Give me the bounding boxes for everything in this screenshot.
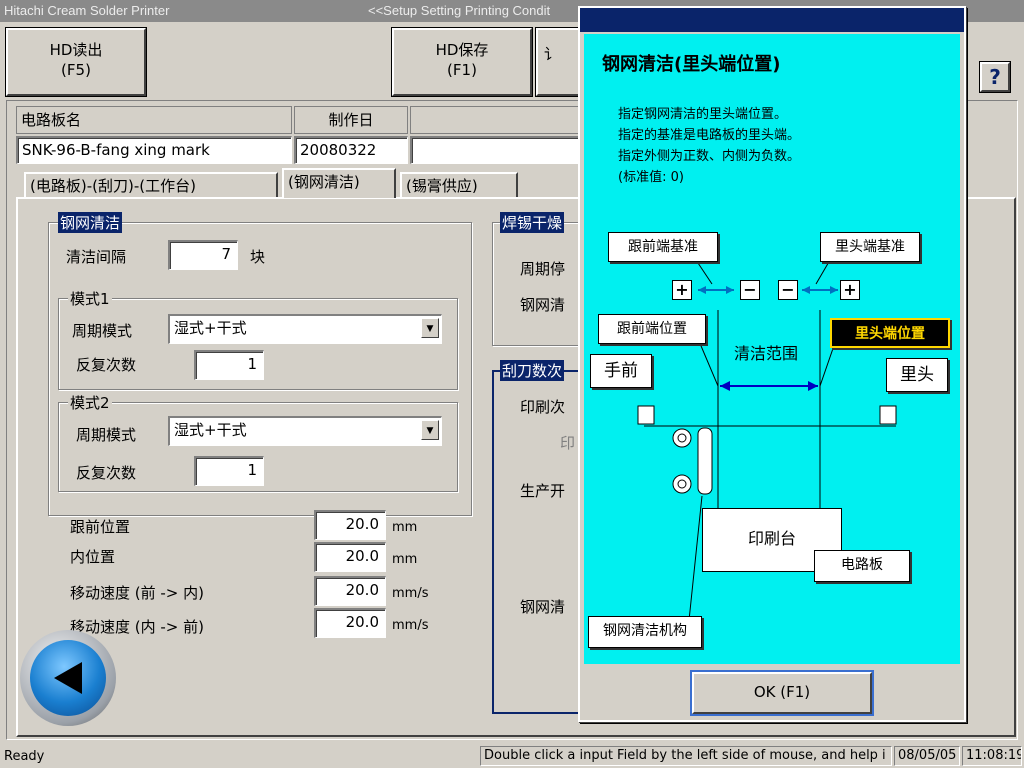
- roll-top-core: [677, 433, 687, 443]
- mode2-cycle-label: 周期模式: [76, 426, 137, 444]
- cycle-stop-label: 周期停: [520, 260, 566, 278]
- mode2-cycle-select[interactable]: 湿式+干式 ▼: [168, 416, 442, 446]
- diagram-panel: 钢网清洁(里头端位置) 指定钢网清洁的里头端位置。 指定的基准是电路板的里头端。…: [584, 34, 960, 664]
- partial-button-label: 讠: [544, 45, 560, 63]
- squeegee-count-group-title: 刮刀数次: [500, 360, 565, 381]
- hd-save-label: HD保存: [435, 41, 489, 59]
- board-name-label: 电路板名: [16, 106, 292, 134]
- mode2-repeat-label: 反复次数: [76, 464, 137, 482]
- help-dialog: 钢网清洁(里头端位置) 指定钢网清洁的里头端位置。 指定的基准是电路板的里头端。…: [578, 6, 966, 722]
- mode2-title: 模式2: [68, 392, 112, 413]
- mode2-cycle-value: 湿式+干式: [174, 421, 247, 439]
- production-start-label: 生产开: [520, 482, 566, 500]
- mode1-title: 模式1: [68, 288, 112, 309]
- inner-position-label: 内位置: [70, 548, 116, 566]
- clean-interval-unit: 块: [250, 248, 266, 266]
- back-adjust-arrowhead-right: [830, 286, 838, 294]
- speed-inner-to-front-unit: mm/s: [392, 618, 429, 633]
- back-minus-icon: −: [778, 280, 798, 300]
- mode1-cycle-value: 湿式+干式: [174, 319, 247, 337]
- front-ref-callout-line: [695, 259, 713, 285]
- back-plus-icon: +: [840, 280, 860, 300]
- back-button[interactable]: [20, 630, 116, 726]
- screen-title: <<Setup Setting Printing Condit: [368, 3, 551, 18]
- tab-stencil-clean[interactable]: (钢网清洁): [282, 168, 396, 198]
- speed-front-to-inner-unit: mm/s: [392, 586, 429, 601]
- hd-read-button[interactable]: HD读出 (F5): [5, 27, 147, 97]
- front-adjust-arrowhead-left: [698, 286, 706, 294]
- front-minus-icon: −: [740, 280, 760, 300]
- board-label: 电路板: [814, 550, 910, 582]
- back-ref-label: 里头端基准: [820, 232, 920, 262]
- chevron-down-icon[interactable]: ▼: [421, 318, 439, 338]
- clean-range-arrowhead-right: [808, 381, 818, 391]
- hd-save-key: (F1): [447, 61, 477, 79]
- back-end-block: [879, 405, 897, 425]
- back-pos-label: 里头端位置: [830, 318, 950, 348]
- mode1-repeat-label: 反复次数: [76, 356, 137, 374]
- status-date: 08/05/05: [894, 746, 960, 766]
- inner-position-field[interactable]: 20.0: [314, 542, 386, 572]
- status-ready: Ready: [4, 749, 45, 764]
- mode1-cycle-label: 周期模式: [72, 322, 133, 340]
- mechanism-label: 钢网清洁机构: [588, 616, 702, 648]
- board-name-field[interactable]: SNK-96-B-fang xing mark: [16, 136, 292, 164]
- app-title: Hitachi Cream Solder Printer: [4, 3, 170, 18]
- hd-save-button[interactable]: HD保存 (F1): [391, 27, 533, 97]
- help-button[interactable]: ?: [979, 61, 1011, 93]
- ok-button[interactable]: OK (F1): [690, 670, 874, 716]
- clean-range-label: 清洁范围: [734, 344, 799, 363]
- front-end-block: [637, 405, 655, 425]
- front-plus-icon: +: [672, 280, 692, 300]
- solder-dry-group-title: 焊锡干燥: [500, 212, 565, 233]
- mode2-repeat-field[interactable]: 1: [194, 456, 264, 486]
- clean-range-arrowhead-left: [720, 381, 730, 391]
- clean-interval-label: 清洁间隔: [66, 248, 127, 266]
- solder-dry-group: [492, 222, 592, 346]
- stencil-clean-count-label: 钢网清: [520, 598, 566, 616]
- front-position-field[interactable]: 20.0: [314, 510, 386, 540]
- front-position-unit: mm: [392, 520, 418, 535]
- speed-inner-to-front-label: 移动速度 (内 -> 前): [70, 618, 204, 636]
- back-adjust-arrowhead-left: [802, 286, 810, 294]
- front-ref-label: 跟前端基准: [608, 232, 718, 262]
- front-pos-label: 跟前端位置: [598, 314, 706, 344]
- board-extra-header: [410, 106, 580, 134]
- board-date-label: 制作日: [294, 106, 408, 134]
- inner-position-unit: mm: [392, 552, 418, 567]
- print-sub-label: 印: [560, 434, 576, 452]
- mode1-repeat-field[interactable]: 1: [194, 350, 264, 380]
- back-arrow-icon: [54, 662, 82, 694]
- clean-interval-field[interactable]: 7: [168, 240, 238, 270]
- back-ref-callout-line: [815, 259, 831, 285]
- tab-paste-supply[interactable]: (锡膏供应): [400, 172, 518, 198]
- stencil-clean-group-title: 钢网清洁: [58, 212, 123, 233]
- board-date-field[interactable]: 20080322: [294, 136, 408, 164]
- front-position-label: 跟前位置: [70, 518, 131, 536]
- board-extra-field[interactable]: [410, 136, 580, 164]
- status-time: 11:08:19: [962, 746, 1022, 766]
- back-side-label: 里头: [886, 358, 948, 392]
- front-adjust-arrowhead-right: [726, 286, 734, 294]
- mode1-cycle-select[interactable]: 湿式+干式 ▼: [168, 314, 442, 344]
- wiper-paper: [697, 427, 713, 495]
- front-side-label: 手前: [590, 354, 652, 388]
- speed-front-to-inner-field[interactable]: 20.0: [314, 576, 386, 606]
- roll-bottom-core: [677, 479, 687, 489]
- speed-front-to-inner-label: 移动速度 (前 -> 内): [70, 584, 204, 602]
- status-hint: Double click a input Field by the left s…: [480, 746, 892, 766]
- mechanism-callout-line: [687, 495, 703, 631]
- dialog-title-bar[interactable]: [580, 8, 964, 32]
- status-bar: Ready Double click a input Field by the …: [0, 744, 1024, 768]
- tab-board-squeegee-table[interactable]: (电路板)-(刮刀)-(工作台): [24, 172, 278, 198]
- help-icon: ?: [989, 65, 1001, 89]
- chevron-down-icon[interactable]: ▼: [421, 420, 439, 440]
- print-count-label: 印刷次: [520, 398, 566, 416]
- partial-toolbar-button[interactable]: 讠: [535, 27, 581, 97]
- hd-read-key: (F5): [61, 61, 91, 79]
- stencil-clean-label-right: 钢网清: [520, 296, 566, 314]
- speed-inner-to-front-field[interactable]: 20.0: [314, 608, 386, 638]
- hd-read-label: HD读出: [49, 41, 103, 59]
- squeegee-count-group: [492, 370, 592, 714]
